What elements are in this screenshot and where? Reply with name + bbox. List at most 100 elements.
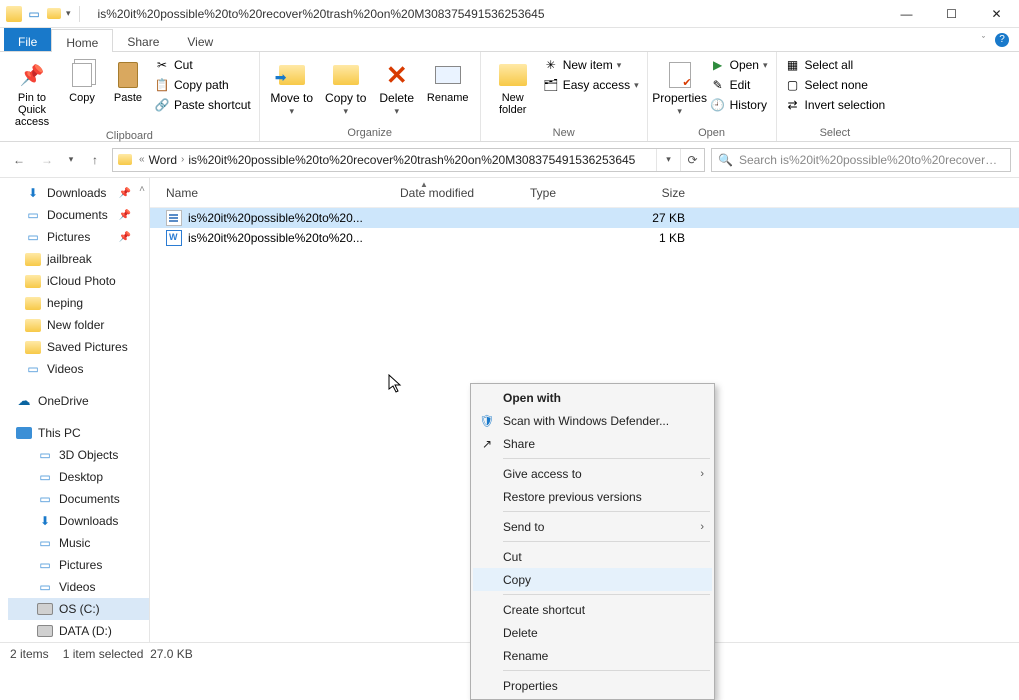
delete-button[interactable]: ✕ Delete ▾ <box>376 56 418 117</box>
tree-onedrive[interactable]: ☁OneDrive <box>8 390 149 412</box>
open-button[interactable]: ▶Open ▾ <box>710 56 768 74</box>
chevron-icon[interactable]: › <box>179 154 186 165</box>
col-date[interactable]: Date modified <box>390 186 520 200</box>
tree-documents2[interactable]: ▭Documents <box>8 488 149 510</box>
cm-open-with[interactable]: Open with <box>473 386 712 409</box>
history-button[interactable]: 🕘History <box>710 96 768 114</box>
cm-properties[interactable]: Properties <box>473 674 712 697</box>
cm-give-access[interactable]: Give access to› <box>473 462 712 485</box>
tab-home[interactable]: Home <box>51 29 113 52</box>
tab-share[interactable]: Share <box>113 28 173 51</box>
address-dropdown[interactable]: ▾ <box>656 149 680 171</box>
new-item-button[interactable]: ✳New item ▾ <box>543 56 639 74</box>
recent-dropdown[interactable]: ▾ <box>64 149 78 171</box>
qat-dropdown-icon[interactable]: ▾ <box>66 8 71 19</box>
paste-icon <box>113 60 143 90</box>
tree-documents[interactable]: ▭Documents📌 <box>8 204 149 226</box>
tree-music[interactable]: ▭Music <box>8 532 149 554</box>
file-name: is%20it%20possible%20to%20... <box>188 231 363 245</box>
pictures-icon: ▭ <box>37 557 53 573</box>
cm-restore[interactable]: Restore previous versions <box>473 485 712 508</box>
tree-pictures[interactable]: ▭Pictures📌 <box>8 226 149 248</box>
address-box[interactable]: « Word › is%20it%20possible%20to%20recov… <box>112 148 705 172</box>
chevron-right-icon: › <box>700 468 704 480</box>
properties-button[interactable]: ✔ Properties ▾ <box>656 56 704 117</box>
move-to-icon: ➡ <box>277 60 307 90</box>
tree-icloud[interactable]: iCloud Photo <box>8 270 149 292</box>
cm-create-shortcut[interactable]: Create shortcut <box>473 598 712 621</box>
breadcrumb[interactable]: « Word › is%20it%20possible%20to%20recov… <box>137 153 656 167</box>
list-row[interactable]: is%20it%20possible%20to%20... 27 KB <box>150 208 1019 228</box>
copy-to-icon <box>331 60 361 90</box>
select-none-button[interactable]: ▢Select none <box>785 76 886 94</box>
rename-button[interactable]: Rename <box>424 56 472 104</box>
tree-savedpics[interactable]: Saved Pictures <box>8 336 149 358</box>
tree-desktop[interactable]: ▭Desktop <box>8 466 149 488</box>
refresh-button[interactable]: ⟳ <box>680 149 704 171</box>
tree-thispc[interactable]: This PC <box>8 422 149 444</box>
open-label: Open <box>730 58 759 72</box>
tab-view[interactable]: View <box>173 28 227 51</box>
pin-quick-access-button[interactable]: 📌 Pin to Quick access <box>8 56 56 128</box>
tree-downloads[interactable]: ⬇Downloads📌 <box>8 182 149 204</box>
copy-to-button[interactable]: Copy to ▾ <box>322 56 370 117</box>
maximize-button[interactable]: ☐ <box>929 0 974 28</box>
cm-copy[interactable]: Copy <box>473 568 712 591</box>
folder-icon <box>25 317 41 333</box>
folder-icon <box>25 295 41 311</box>
ribbon-collapse-icon[interactable]: ˇ <box>982 35 985 45</box>
move-to-button[interactable]: ➡ Move to ▾ <box>268 56 316 117</box>
tree-jailbreak[interactable]: jailbreak <box>8 248 149 270</box>
tree-heping[interactable]: heping <box>8 292 149 314</box>
list-row[interactable]: is%20it%20possible%20to%20... 1 KB <box>150 228 1019 248</box>
tree-datad[interactable]: DATA (D:) <box>8 620 149 642</box>
properties-icon: ✔ <box>665 60 695 90</box>
chevron-icon[interactable]: « <box>137 154 147 165</box>
easy-access-label: Easy access <box>563 78 630 92</box>
invert-selection-button[interactable]: ⇄Invert selection <box>785 96 886 114</box>
col-name[interactable]: Name <box>150 186 390 200</box>
crumb-word[interactable]: Word <box>149 153 177 167</box>
copy-path-button[interactable]: 📋Copy path <box>154 76 251 94</box>
ribbon-tabs: File Home Share View ˇ ? <box>0 28 1019 52</box>
scissors-icon: ✂ <box>154 57 170 73</box>
copy-icon <box>67 60 97 90</box>
tree-newfolder[interactable]: New folder <box>8 314 149 336</box>
file-list[interactable]: ▲ Name Date modified Type Size is%20it%2… <box>150 178 1019 642</box>
search-input[interactable]: 🔍 Search is%20it%20possible%20to%20recov… <box>711 148 1011 172</box>
easy-access-button[interactable]: 🗂Easy access ▾ <box>543 76 639 94</box>
easy-access-icon: 🗂 <box>543 77 559 93</box>
edit-button[interactable]: ✎Edit <box>710 76 768 94</box>
paste-button[interactable]: Paste <box>108 56 148 104</box>
back-button[interactable]: ← <box>8 149 30 171</box>
forward-button[interactable]: → <box>36 149 58 171</box>
tree-3dobjects[interactable]: ▭3D Objects <box>8 444 149 466</box>
new-folder-button[interactable]: New folder <box>489 56 537 116</box>
tree-pictures2[interactable]: ▭Pictures <box>8 554 149 576</box>
tree-downloads2[interactable]: ⬇Downloads <box>8 510 149 532</box>
up-button[interactable]: ↑ <box>84 149 106 171</box>
tree-videos[interactable]: ▭Videos <box>8 358 149 380</box>
paste-shortcut-button[interactable]: 🔗Paste shortcut <box>154 96 251 114</box>
minimize-button[interactable]: — <box>884 0 929 28</box>
cm-delete[interactable]: Delete <box>473 621 712 644</box>
col-size[interactable]: Size <box>630 186 695 200</box>
col-type[interactable]: Type <box>520 186 630 200</box>
tab-file[interactable]: File <box>4 28 51 51</box>
help-icon[interactable]: ? <box>995 33 1009 47</box>
cm-cut[interactable]: Cut <box>473 545 712 568</box>
navigation-tree[interactable]: ˄ ⬇Downloads📌 ▭Documents📌 ▭Pictures📌 jai… <box>0 178 150 642</box>
cm-defender[interactable]: 🛡Scan with Windows Defender... <box>473 409 712 432</box>
cm-share[interactable]: ↗Share <box>473 432 712 455</box>
copy-button[interactable]: Copy <box>62 56 102 104</box>
cut-button[interactable]: ✂Cut <box>154 56 251 74</box>
tree-videos2[interactable]: ▭Videos <box>8 576 149 598</box>
tree-osc[interactable]: OS (C:) <box>8 598 149 620</box>
new-folder-qat-icon[interactable] <box>46 6 62 22</box>
close-button[interactable]: ✕ <box>974 0 1019 28</box>
select-all-button[interactable]: ▦Select all <box>785 56 886 74</box>
cm-send-to[interactable]: Send to› <box>473 515 712 538</box>
scroll-up-icon[interactable]: ˄ <box>139 184 145 195</box>
crumb-folder[interactable]: is%20it%20possible%20to%20recover%20tras… <box>188 153 635 167</box>
properties-qat-icon[interactable]: ▭ <box>26 6 42 22</box>
